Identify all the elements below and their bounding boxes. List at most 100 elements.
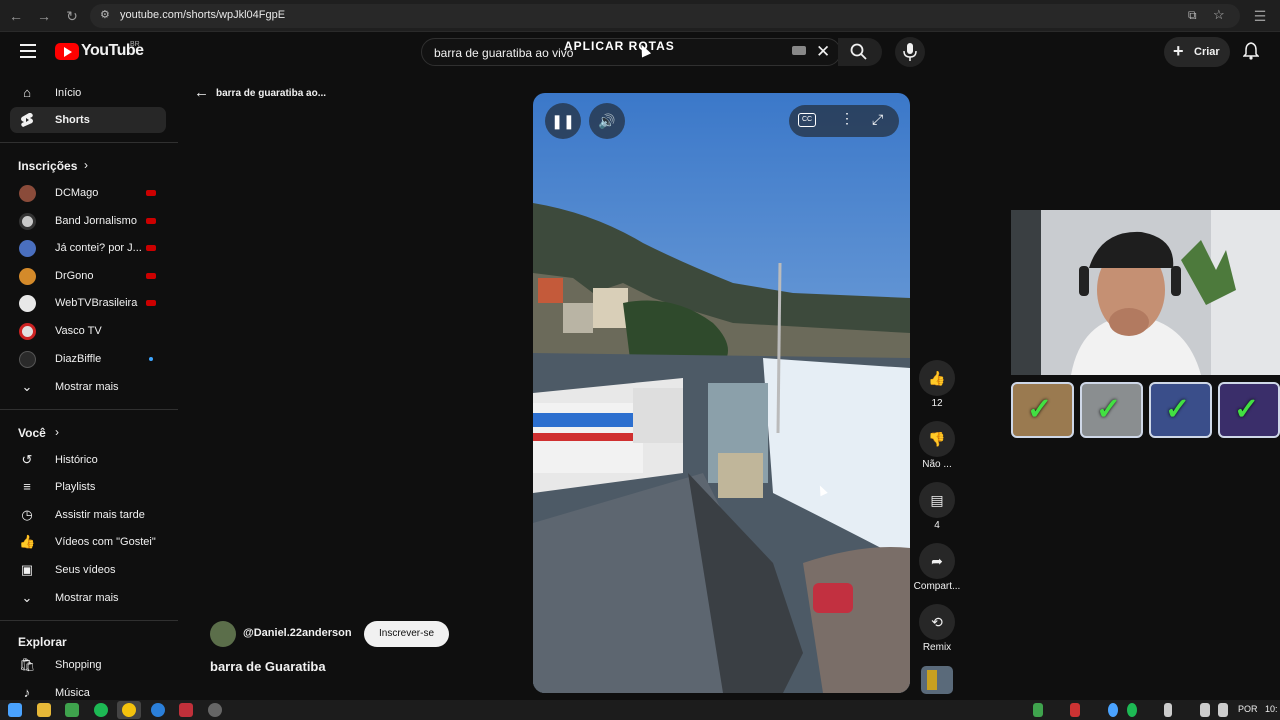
clock[interactable]: 10:: [1265, 704, 1278, 714]
overlay-text: APLICAR ROTAS: [564, 39, 675, 53]
url-text: youtube.com/shorts/wpJkl04FgpE: [120, 9, 286, 21]
youtube-logo-icon[interactable]: [55, 43, 79, 60]
volume-button[interactable]: 🔊: [589, 103, 625, 139]
player-controls: CC ⋮ ⤢: [789, 105, 899, 137]
bookmark-star-icon[interactable]: ☆: [1213, 7, 1225, 23]
video-title: barra de Guaratiba: [210, 659, 326, 674]
dislike-button[interactable]: 👎: [919, 421, 955, 457]
sidebar-item-your-videos[interactable]: ▣ Seus vídeos: [10, 557, 166, 583]
more-options-icon[interactable]: ⋮: [840, 110, 854, 127]
like-button[interactable]: 👍: [919, 360, 955, 396]
tray-icon[interactable]: [1127, 703, 1137, 717]
network-icon[interactable]: [1200, 703, 1210, 717]
fullscreen-icon[interactable]: ⤢: [872, 111, 883, 128]
divider: [0, 142, 178, 143]
sidebar-item-watch-later[interactable]: ◷ Assistir mais tarde: [10, 502, 166, 528]
create-button[interactable]: + Criar: [1164, 37, 1230, 67]
avatar: [19, 240, 36, 257]
tray-icon[interactable]: [1033, 703, 1043, 717]
sidebar-channel[interactable]: Já contei? por J...: [10, 235, 166, 261]
divider: [0, 409, 178, 410]
share-button[interactable]: ➦: [919, 543, 955, 579]
sidebar-item-liked-videos[interactable]: 👍 Vídeos com "Gostei": [10, 529, 166, 555]
thumbs-up-icon: 👍: [928, 370, 946, 386]
menu-hamburger-icon[interactable]: [20, 44, 36, 58]
create-label: Criar: [1194, 46, 1220, 58]
sidebar-channel[interactable]: Vasco TV: [10, 318, 166, 344]
reload-icon[interactable]: ↻: [62, 6, 82, 26]
voice-search-button[interactable]: [895, 37, 925, 67]
checklist-tile: ✓: [1011, 382, 1074, 438]
tray-icon[interactable]: [1108, 703, 1118, 717]
sidebar-item-label: Seus vídeos: [55, 564, 116, 576]
channel-name: DiazBiffle: [55, 353, 102, 365]
back-arrow-icon[interactable]: ←: [194, 84, 209, 101]
short-video-player[interactable]: ❚❚ 🔊 CC ⋮ ⤢: [533, 93, 910, 693]
sidebar-item-shorts[interactable]: Shorts: [10, 107, 166, 133]
captions-icon[interactable]: CC: [798, 113, 816, 127]
checkmark-icon: ✓: [1027, 393, 1053, 426]
sidebar-item-label: Shopping: [55, 659, 102, 671]
subscribe-button[interactable]: Inscrever-se: [364, 621, 449, 647]
channel-handle[interactable]: @Daniel.22anderson: [243, 627, 352, 639]
avatar: [19, 213, 36, 230]
channel-avatar[interactable]: [210, 621, 236, 647]
checklist-tile: ✓: [1149, 382, 1212, 438]
app-icon[interactable]: [179, 703, 193, 717]
app-icon[interactable]: [65, 703, 79, 717]
sidebar-channel[interactable]: DCMago: [10, 180, 166, 206]
input-language[interactable]: POR: [1238, 704, 1258, 714]
keyboard-icon[interactable]: [792, 46, 806, 55]
share-label: Compart...: [913, 581, 961, 592]
notifications-bell-icon[interactable]: [1243, 42, 1259, 60]
sidebar-item-history[interactable]: ↺ Histórico: [10, 447, 166, 473]
site-settings-icon[interactable]: ⚙: [100, 8, 110, 21]
search-input[interactable]: barra de guaratiba ao vivo: [434, 46, 573, 60]
edge-icon[interactable]: [151, 703, 165, 717]
sidebar-channel[interactable]: WebTVBrasileira: [10, 290, 166, 316]
clear-search-icon[interactable]: ✕: [816, 42, 830, 62]
sound-thumbnail[interactable]: [921, 666, 953, 694]
thumbs-up-icon: 👍: [19, 534, 36, 549]
back-arrow-icon[interactable]: ←: [6, 6, 26, 26]
sidebar-show-more[interactable]: ⌄ Mostrar mais: [10, 374, 166, 400]
video-icon: ▣: [20, 562, 34, 577]
reading-list-icon[interactable]: ☰: [1250, 6, 1270, 26]
volume-tray-icon[interactable]: [1218, 703, 1228, 717]
pause-icon: ❚❚: [551, 113, 575, 129]
avatar: [19, 268, 36, 285]
subscriptions-header[interactable]: Inscrições: [18, 159, 77, 173]
address-bar[interactable]: ⚙ youtube.com/shorts/wpJkl04FgpE ⧉ ☆: [90, 4, 1240, 28]
sidebar-channel[interactable]: DrGono: [10, 263, 166, 289]
comments-button[interactable]: ▤: [919, 482, 955, 518]
sidebar-item-home[interactable]: ⌂ Início: [10, 80, 166, 106]
sidebar-channel[interactable]: DiazBiffle: [10, 346, 166, 372]
microphone-icon: [903, 43, 917, 61]
forward-arrow-icon[interactable]: →: [34, 6, 54, 26]
chevron-right-icon[interactable]: ›: [84, 158, 88, 172]
app-icon[interactable]: [208, 703, 222, 717]
region-code: BR: [130, 41, 140, 48]
live-indicator-icon: [146, 218, 156, 224]
thumbs-down-icon: 👎: [928, 431, 946, 447]
avatar: [19, 323, 36, 340]
playlist-icon: ≡: [23, 479, 31, 494]
remix-button[interactable]: ⟲: [919, 604, 955, 640]
spotify-icon[interactable]: [94, 703, 108, 717]
chevron-right-icon[interactable]: ›: [55, 425, 59, 439]
explore-header: Explorar: [18, 635, 67, 649]
install-app-icon[interactable]: ⧉: [1188, 8, 1197, 23]
share-icon: ➦: [931, 553, 943, 569]
file-explorer-icon[interactable]: [37, 703, 51, 717]
sidebar-channel[interactable]: Band Jornalismo: [10, 208, 166, 234]
windows-start-icon[interactable]: [8, 703, 22, 717]
sidebar-item-shopping[interactable]: 🛍 Shopping: [10, 652, 166, 678]
sidebar-show-more[interactable]: ⌄ Mostrar mais: [10, 585, 166, 611]
search-button[interactable]: [838, 38, 882, 66]
plus-icon: +: [1173, 41, 1184, 61]
microphone-tray-icon[interactable]: [1164, 703, 1172, 717]
you-header[interactable]: Você: [18, 426, 46, 440]
tray-icon[interactable]: [1070, 703, 1080, 717]
pause-button[interactable]: ❚❚: [545, 103, 581, 139]
sidebar-item-playlists[interactable]: ≡ Playlists: [10, 474, 166, 500]
